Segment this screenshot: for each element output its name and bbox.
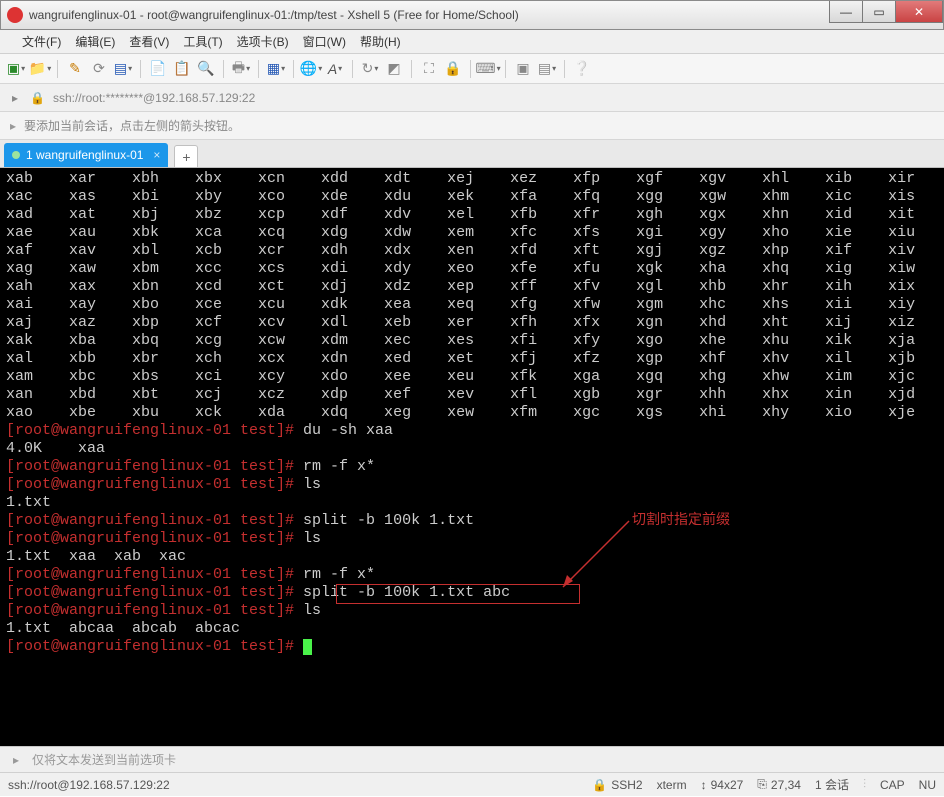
menu-help[interactable]: 帮助(H) xyxy=(354,31,407,52)
highlight-box xyxy=(336,584,580,604)
cursor xyxy=(303,639,312,655)
status-num: NU xyxy=(919,778,936,792)
paste-button[interactable]: 📋 xyxy=(172,59,192,79)
status-size: ↕ 94x27 xyxy=(701,778,744,792)
copy-button[interactable]: 📄 xyxy=(148,59,168,79)
tab-label: 1 wangruifenglinux-01 xyxy=(26,148,143,162)
terminal-line: xan xbd xbt xcj xcz xdp xef xev xfl xgb … xyxy=(6,386,938,404)
cascade-button[interactable]: ▣ xyxy=(513,59,533,79)
terminal-line: xaf xav xbl xcb xcr xdh xdx xen xfd xft … xyxy=(6,242,938,260)
status-sep: ⫶ xyxy=(863,777,866,792)
tool-button[interactable]: ◩ xyxy=(384,59,404,79)
keyboard-button[interactable]: ⌨▾ xyxy=(478,59,498,79)
terminal-line: xag xaw xbm xcc xcs xdi xdy xeo xfe xfu … xyxy=(6,260,938,278)
terminal-line: xae xau xbk xca xcq xdg xdw xem xfc xfs … xyxy=(6,224,938,242)
info-bar: ▸ 要添加当前会话，点击左侧的箭头按钮。 xyxy=(0,112,944,140)
print-button[interactable]: 🖶▾ xyxy=(231,59,251,79)
new-session-button[interactable]: ▣▾ xyxy=(6,59,26,79)
terminal-line: xab xar xbh xbx xcn xdd xdt xej xez xfp … xyxy=(6,170,938,188)
terminal-line: xak xba xbq xcg xcw xdm xec xes xfi xfy … xyxy=(6,332,938,350)
menu-tools[interactable]: 工具(T) xyxy=(177,31,228,52)
annotation-text: 切割时指定前缀 xyxy=(632,510,730,528)
menu-window[interactable]: 窗口(W) xyxy=(297,31,352,52)
new-tab-button[interactable]: + xyxy=(174,145,198,167)
terminal-line: xai xay xbo xce xcu xdk xea xeq xfg xfw … xyxy=(6,296,938,314)
maximize-button[interactable]: ▭ xyxy=(862,1,896,23)
terminal-line: 1.txt xyxy=(6,494,938,512)
status-protocol: 🔒 SSH2 xyxy=(592,778,642,792)
menu-file[interactable]: 文件(F) xyxy=(16,31,67,52)
terminal-line: xam xbc xbs xci xcy xdo xee xeu xfk xga … xyxy=(6,368,938,386)
find-button[interactable]: 🔍 xyxy=(196,59,216,79)
terminal-line: 1.txt xaa xab xac xyxy=(6,548,938,566)
tab-close-icon[interactable]: × xyxy=(153,148,160,162)
terminal-line: 4.0K xaa xyxy=(6,440,938,458)
session-tab[interactable]: 1 wangruifenglinux-01 × xyxy=(4,143,168,167)
terminal-line: xad xat xbj xbz xcp xdf xdv xel xfb xfr … xyxy=(6,206,938,224)
info-arrow-icon[interactable]: ▸ xyxy=(10,119,16,133)
info-text: 要添加当前会话，点击左侧的箭头按钮。 xyxy=(24,117,240,134)
title-bar: wangruifenglinux-01 - root@wangruifengli… xyxy=(0,0,944,30)
status-term: xterm xyxy=(657,778,687,792)
reconnect-button[interactable]: ⟳ xyxy=(89,59,109,79)
compose-icon[interactable]: ▸ xyxy=(8,753,24,767)
status-bar: ssh://root@192.168.57.129:22 🔒 SSH2 xter… xyxy=(0,772,944,796)
status-connection: ssh://root@192.168.57.129:22 xyxy=(8,778,170,792)
status-pos: ⎘ 27,34 xyxy=(757,777,801,792)
open-button[interactable]: 📁▾ xyxy=(30,59,50,79)
terminal-line: xah xax xbn xcd xct xdj xdz xep xff xfv … xyxy=(6,278,938,296)
minimize-button[interactable]: ― xyxy=(829,1,863,23)
font-button[interactable]: A▾ xyxy=(325,59,345,79)
refresh-button[interactable]: ↻▾ xyxy=(360,59,380,79)
terminal[interactable]: xab xar xbh xbx xcn xdd xdt xej xez xfp … xyxy=(0,168,944,746)
terminal-line: [root@wangruifenglinux-01 test]# rm -f x… xyxy=(6,566,938,584)
window-arrange-button[interactable]: ▦▾ xyxy=(266,59,286,79)
properties-button[interactable]: ▤▾ xyxy=(113,59,133,79)
terminal-line: xac xas xbi xby xco xde xdu xek xfa xfq … xyxy=(6,188,938,206)
terminal-line: [root@wangruifenglinux-01 test]# xyxy=(6,638,938,656)
address-bar: ▸ 🔒 ssh://root:********@192.168.57.129:2… xyxy=(0,84,944,112)
globe-button[interactable]: 🌐▾ xyxy=(301,59,321,79)
highlight-button[interactable]: ✎ xyxy=(65,59,85,79)
terminal-line: [root@wangruifenglinux-01 test]# ls xyxy=(6,530,938,548)
terminal-line: 1.txt abcaa abcab abcac xyxy=(6,620,938,638)
fullscreen-button[interactable]: ⛶ xyxy=(419,59,439,79)
close-button[interactable]: ✕ xyxy=(895,1,943,23)
help-button[interactable]: ❔ xyxy=(572,59,592,79)
terminal-line: [root@wangruifenglinux-01 test]# rm -f x… xyxy=(6,458,938,476)
lock-icon[interactable]: 🔒 xyxy=(443,59,463,79)
terminal-line: [root@wangruifenglinux-01 test]# split -… xyxy=(6,512,938,530)
window-title: wangruifenglinux-01 - root@wangruifengli… xyxy=(29,8,829,22)
status-cap: CAP xyxy=(880,778,905,792)
tile-button[interactable]: ▤▾ xyxy=(537,59,557,79)
terminal-line: [root@wangruifenglinux-01 test]# ls xyxy=(6,476,938,494)
terminal-line: xao xbe xbu xck xda xdq xeg xew xfm xgc … xyxy=(6,404,938,422)
terminal-line: [root@wangruifenglinux-01 test]# du -sh … xyxy=(6,422,938,440)
terminal-line: xal xbb xbr xch xcx xdn xed xet xfj xfz … xyxy=(6,350,938,368)
menu-edit[interactable]: 编辑(E) xyxy=(69,31,121,52)
status-dot-icon xyxy=(12,151,20,159)
address-text[interactable]: ssh://root:********@192.168.57.129:22 xyxy=(53,91,255,105)
toolbar: ▣▾ 📁▾ ✎ ⟳ ▤▾ 📄 📋 🔍 🖶▾ ▦▾ 🌐▾ A▾ ↻▾ ◩ ⛶ 🔒 … xyxy=(0,54,944,84)
menu-tabs[interactable]: 选项卡(B) xyxy=(231,31,295,52)
menu-view[interactable]: 查看(V) xyxy=(123,31,175,52)
terminal-line: [root@wangruifenglinux-01 test]# ls xyxy=(6,602,938,620)
compose-bar: ▸ 仅将文本发送到当前选项卡 xyxy=(0,746,944,772)
lock-icon: 🔒 xyxy=(30,91,45,105)
session-arrow-button[interactable]: ▸ xyxy=(8,91,22,105)
menu-bar: 文件(F) 编辑(E) 查看(V) 工具(T) 选项卡(B) 窗口(W) 帮助(… xyxy=(0,30,944,54)
compose-placeholder[interactable]: 仅将文本发送到当前选项卡 xyxy=(32,751,176,768)
tab-strip: 1 wangruifenglinux-01 × + xyxy=(0,140,944,168)
status-sessions: 1 会话 xyxy=(815,776,849,793)
app-icon xyxy=(7,7,23,23)
terminal-line: xaj xaz xbp xcf xcv xdl xeb xer xfh xfx … xyxy=(6,314,938,332)
